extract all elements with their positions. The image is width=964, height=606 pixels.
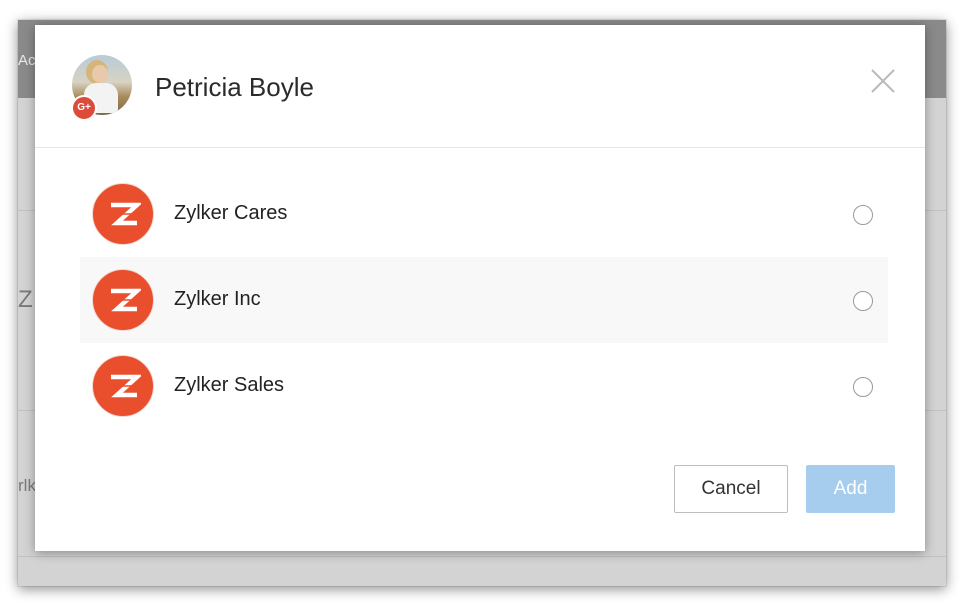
google-plus-icon: G+: [71, 95, 97, 121]
account-radio[interactable]: [853, 377, 873, 397]
dialog-header: G+ Petricia Boyle: [35, 25, 925, 148]
account-name: Zylker Sales: [174, 374, 285, 396]
background-divider: [18, 556, 946, 557]
close-icon[interactable]: [867, 65, 899, 97]
background-text: Z: [18, 286, 33, 313]
background-text: rlk: [18, 476, 36, 495]
account-name: Zylker Inc: [174, 288, 261, 310]
account-row-zylker-inc[interactable]: Zylker Inc: [80, 257, 888, 343]
add-button[interactable]: Add: [806, 465, 895, 513]
zylker-logo-icon: [92, 183, 154, 245]
profile-name: Petricia Boyle: [155, 72, 314, 102]
account-radio[interactable]: [853, 291, 873, 311]
background-header-text: Ac: [18, 52, 36, 69]
account-list: Zylker Cares Zylker Inc Zylker Sales: [80, 171, 888, 429]
account-radio[interactable]: [853, 205, 873, 225]
zylker-logo-icon: [92, 269, 154, 331]
account-row-zylker-cares[interactable]: Zylker Cares: [80, 171, 888, 257]
account-row-zylker-sales[interactable]: Zylker Sales: [80, 343, 888, 429]
select-account-dialog: G+ Petricia Boyle Zylker Cares Zylker In…: [35, 25, 925, 551]
cancel-button[interactable]: Cancel: [674, 465, 788, 513]
account-name: Zylker Cares: [174, 202, 288, 224]
zylker-logo-icon: [92, 355, 154, 417]
